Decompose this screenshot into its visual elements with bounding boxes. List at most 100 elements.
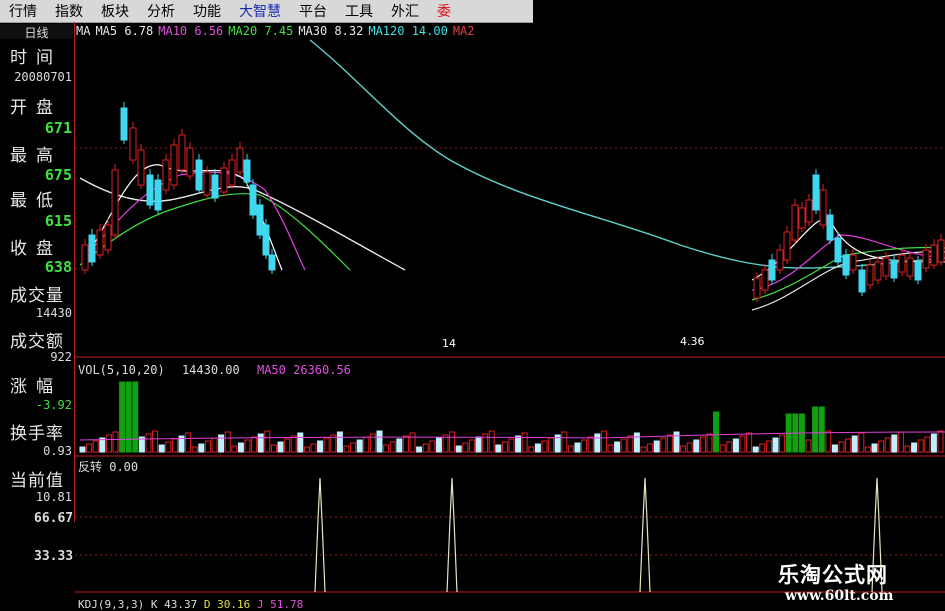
volume-bar: [548, 437, 555, 453]
candle-body: [753, 277, 761, 299]
volume-bar: [277, 441, 284, 453]
candle-body: [88, 234, 96, 263]
volume-bar: [653, 440, 660, 453]
volume-bar: [561, 431, 568, 453]
volume-bar: [726, 441, 733, 453]
volume-bar: [541, 440, 548, 453]
candle-body: [120, 107, 128, 141]
volume-bar: [350, 442, 357, 453]
volume-bar: [158, 444, 165, 453]
volume-bar: [779, 434, 786, 453]
watermark-name: 乐淘公式网: [778, 563, 888, 587]
volume-bar: [818, 406, 825, 453]
volume-bar: [482, 433, 489, 453]
kline-chart[interactable]: [0, 0, 945, 609]
volume-bar: [904, 445, 911, 453]
kdj-title: KDJ(9,3,3): [78, 598, 145, 611]
volume-bar: [878, 440, 885, 453]
volume-bar: [805, 439, 812, 453]
candle-body: [937, 239, 945, 263]
vol-value: 14430.00: [181, 363, 240, 377]
volume-bar: [284, 438, 291, 453]
volume-bar: [858, 432, 865, 453]
volume-bar: [204, 440, 211, 453]
kdj-panel-header: KDJ(9,3,3) K 43.37 D 30.16 J 51.78: [78, 598, 303, 611]
candle-body: [812, 174, 820, 211]
volume-bar: [897, 431, 904, 453]
signal-panel-header: 反转 0.00: [78, 458, 138, 475]
candle-body: [228, 159, 236, 186]
candle-body: [866, 264, 874, 286]
volume-bar: [732, 438, 739, 453]
price-annotation-b: 4.36: [680, 335, 705, 348]
candle-body: [826, 214, 834, 241]
candle-body: [898, 254, 906, 273]
volume-bar: [171, 438, 178, 453]
volume-bar: [640, 446, 647, 453]
candle-body: [791, 204, 799, 241]
volume-bar: [845, 438, 852, 453]
volume-bar: [389, 441, 396, 453]
candle-body: [81, 244, 89, 271]
ma30-line: [79, 177, 406, 271]
signal-spike: [639, 477, 651, 593]
volume-bar: [383, 444, 390, 453]
volume-bar: [924, 436, 931, 453]
volume-bar: [851, 435, 858, 453]
volume-bar: [462, 442, 469, 453]
volume-bar: [231, 445, 238, 453]
volume-bar: [152, 430, 159, 453]
volume-bar: [119, 381, 126, 453]
volume-bar: [911, 442, 918, 453]
candle-body: [890, 259, 898, 279]
axis-label-top: 66.67: [34, 511, 74, 526]
volume-bar: [270, 444, 277, 453]
volume-bar: [660, 437, 667, 453]
volume-bar: [620, 438, 627, 453]
volume-bar: [825, 430, 832, 453]
candle-body: [203, 171, 211, 196]
watermark-url: www.60lt.com: [785, 588, 894, 604]
candle-body: [761, 269, 769, 291]
candle-body: [170, 144, 178, 186]
volume-bar: [409, 432, 416, 453]
volume-bar: [310, 443, 317, 453]
volume-bar: [376, 430, 383, 453]
volume-bar: [416, 446, 423, 453]
volume-bar: [422, 443, 429, 453]
candle-body: [195, 159, 203, 191]
volume-bar: [488, 430, 495, 453]
volume-bar: [303, 446, 310, 453]
volume-bar: [244, 439, 251, 453]
volume-bar: [713, 411, 720, 453]
candle-body: [96, 229, 104, 256]
volume-bar: [673, 431, 680, 453]
volume-bar: [871, 443, 878, 453]
volume-bar: [125, 381, 132, 453]
candle-body: [129, 127, 137, 161]
candle-body: [922, 249, 930, 269]
volume-bar: [435, 437, 442, 453]
candle-body: [842, 254, 850, 276]
volume-bar: [594, 433, 601, 453]
candle-body: [154, 179, 162, 211]
volume-bar: [449, 431, 456, 453]
kdj-d: D 30.16: [203, 598, 251, 611]
volume-bar: [917, 439, 924, 453]
candle-body: [914, 261, 922, 281]
candle-body: [243, 159, 251, 183]
vol-ma50: MA50 26360.56: [256, 363, 351, 377]
volume-bar: [501, 441, 508, 453]
volume-bar: [884, 437, 891, 453]
volume-bar: [251, 436, 258, 453]
volume-bar: [746, 432, 753, 453]
volume-bar: [185, 432, 192, 453]
candle-body: [798, 207, 806, 229]
candle-body: [137, 149, 145, 186]
volume-bar: [290, 435, 297, 453]
volume-bar: [475, 436, 482, 453]
volume-bar: [693, 439, 700, 453]
candle-body: [849, 254, 857, 271]
candle-body: [178, 134, 186, 171]
volume-bar: [765, 440, 772, 453]
